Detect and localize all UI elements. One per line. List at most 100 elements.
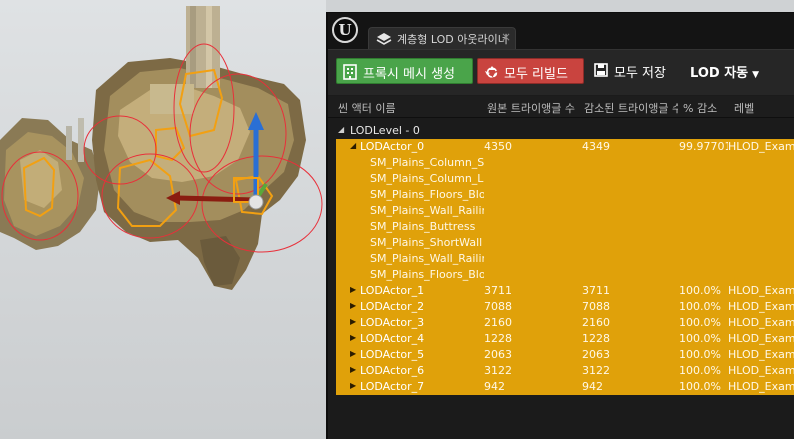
actor-name: LODActor_7: [360, 380, 425, 393]
generate-proxy-mesh-label: 프록시 메시 생성: [363, 67, 455, 82]
save-all-button[interactable]: 모두 저장: [588, 58, 682, 84]
mesh-row[interactable]: SM_Plains_Buttress: [336, 219, 794, 235]
rebuild-all-label: 모두 리빌드: [504, 67, 568, 82]
hlod-outliner-panel: U 계층형 LOD 아웃라이너 × 프록시 메시 생성 모두 리빌드 모두 저장…: [326, 12, 794, 439]
expand-arrow-icon[interactable]: ▶: [350, 301, 356, 310]
percent-reduction: 100.0%: [679, 332, 721, 345]
mesh-row[interactable]: SM_Plains_ShortWall: [336, 235, 794, 251]
table-row[interactable]: ▶ LODActor_6 3122 3122 100.0% HLOD_Examp…: [336, 363, 794, 379]
percent-reduction: 100.0%: [679, 300, 721, 313]
table-row[interactable]: ▶ LODActor_2 7088 7088 100.0% HLOD_Examp…: [336, 299, 794, 315]
tab-hlod-outliner[interactable]: 계층형 LOD 아웃라이너 ×: [368, 27, 516, 49]
actor-name: LODActor_2: [360, 300, 425, 313]
percent-reduction: 99.97701: [679, 140, 728, 153]
lod-level-row[interactable]: ◢ LODLevel - 0: [336, 123, 794, 139]
mesh-row[interactable]: SM_Plains_Column_Large: [336, 171, 794, 187]
table-row[interactable]: ▶ LODActor_1 3711 3711 100.0% HLOD_Examp…: [336, 283, 794, 299]
recycle-icon: [485, 66, 498, 78]
level-name: HLOD_Example: [728, 140, 794, 153]
building-icon: [343, 64, 357, 80]
table-row[interactable]: ▶ LODActor_5 2063 2063 100.0% HLOD_Examp…: [336, 347, 794, 363]
column-header-original-tris[interactable]: 원본 트라이앵글 수: [487, 100, 579, 116]
mesh-name: SM_Plains_Floors_Block: [370, 188, 484, 201]
expand-arrow-icon[interactable]: ▶: [350, 285, 356, 294]
table-row[interactable]: ▶ LODActor_7 942 942 100.0% HLOD_Example: [336, 379, 794, 395]
level-name: HLOD_Example: [728, 316, 794, 329]
actor-name: LODActor_1: [360, 284, 425, 297]
table-row[interactable]: ◢ LODActor_0 4350 4349 99.97701 HLOD_Exa…: [336, 139, 794, 155]
table-row[interactable]: ▶ LODActor_4 1228 1228 100.0% HLOD_Examp…: [336, 331, 794, 347]
reduced-tris: 4349: [582, 140, 610, 153]
column-header-level[interactable]: 레벨: [734, 100, 794, 116]
mesh-name: SM_Plains_Buttress: [370, 220, 476, 233]
mesh-row[interactable]: SM_Plains_Floors_Block: [336, 267, 794, 283]
percent-reduction: 100.0%: [679, 348, 721, 361]
reduced-tris: 942: [582, 380, 603, 393]
mesh-row[interactable]: SM_Plains_Wall_Railing: [336, 203, 794, 219]
layers-icon: [376, 33, 392, 45]
actor-name: LODActor_0: [360, 140, 425, 153]
tab-bar: U 계층형 LOD 아웃라이너 ×: [328, 13, 794, 49]
generate-proxy-mesh-button[interactable]: 프록시 메시 생성: [336, 58, 473, 84]
mesh-name: SM_Plains_Wall_Railing: [370, 204, 484, 217]
column-header-percent[interactable]: % 감소: [683, 100, 731, 116]
percent-reduction: 100.0%: [679, 364, 721, 377]
level-name: HLOD_Example: [728, 364, 794, 377]
reduced-tris: 2160: [582, 316, 610, 329]
original-tris: 942: [484, 380, 505, 393]
collapse-arrow-icon[interactable]: ◢: [338, 125, 344, 134]
mesh-row[interactable]: SM_Plains_Floors_Block: [336, 187, 794, 203]
reduced-tris: 2063: [582, 348, 610, 361]
expand-arrow-icon[interactable]: ▶: [350, 365, 356, 374]
lod-auto-label: LOD 자동: [690, 66, 749, 81]
tab-label: 계층형 LOD 아웃라이너: [397, 33, 507, 46]
original-tris: 2160: [484, 316, 512, 329]
actor-name: LODActor_6: [360, 364, 425, 377]
column-header-reduced-tris[interactable]: 감소된 트라이앵글 수: [584, 100, 678, 116]
reduced-tris: 7088: [582, 300, 610, 313]
original-tris: 7088: [484, 300, 512, 313]
chevron-down-icon: ▼: [752, 70, 760, 80]
level-name: HLOD_Example: [728, 300, 794, 313]
hlod-tree: ◢ LODLevel - 0 ◢ LODActor_0 4350 4349 99…: [328, 119, 794, 439]
level-name: HLOD_Example: [728, 284, 794, 297]
lod-auto-dropdown[interactable]: LOD 자동 ▼: [686, 58, 786, 84]
original-tris: 1228: [484, 332, 512, 345]
column-header-actor-name[interactable]: 씬 액터 이름: [338, 100, 486, 116]
expand-arrow-icon[interactable]: ▶: [350, 349, 356, 358]
percent-reduction: 100.0%: [679, 284, 721, 297]
rebuild-all-button[interactable]: 모두 리빌드: [477, 58, 584, 84]
unreal-logo-icon: U: [332, 17, 358, 43]
mesh-row[interactable]: SM_Plains_Wall_Railing: [336, 251, 794, 267]
level-viewport[interactable]: [0, 0, 326, 439]
collapse-arrow-icon[interactable]: ◢: [350, 141, 356, 150]
save-all-label: 모두 저장: [614, 66, 666, 81]
table-row[interactable]: ▶ LODActor_3 2160 2160 100.0% HLOD_Examp…: [336, 315, 794, 331]
original-tris: 3711: [484, 284, 512, 297]
mesh-name: SM_Plains_Column_Large: [370, 172, 484, 185]
lod-level-label: LODLevel - 0: [350, 124, 420, 137]
close-tab-icon[interactable]: ×: [501, 30, 511, 44]
table-header: 씬 액터 이름 원본 트라이앵글 수 감소된 트라이앵글 수 % 감소 레벨: [328, 96, 794, 118]
original-tris: 4350: [484, 140, 512, 153]
reduced-tris: 3711: [582, 284, 610, 297]
actor-name: LODActor_3: [360, 316, 425, 329]
expand-arrow-icon[interactable]: ▶: [350, 333, 356, 342]
level-name: HLOD_Example: [728, 332, 794, 345]
mesh-row[interactable]: SM_Plains_Column_Straight: [336, 155, 794, 171]
percent-reduction: 100.0%: [679, 380, 721, 393]
toolbar: 프록시 메시 생성 모두 리빌드 모두 저장 LOD 자동 ▼: [328, 49, 794, 95]
viewport-scene: [0, 6, 323, 290]
mesh-name: SM_Plains_Column_Straight: [370, 156, 484, 169]
mesh-name: SM_Plains_Wall_Railing: [370, 252, 484, 265]
reduced-tris: 3122: [582, 364, 610, 377]
mesh-name: SM_Plains_ShortWall: [370, 236, 483, 249]
expand-arrow-icon[interactable]: ▶: [350, 381, 356, 390]
original-tris: 2063: [484, 348, 512, 361]
level-name: HLOD_Example: [728, 380, 794, 393]
rock-island-left: [0, 118, 100, 250]
level-name: HLOD_Example: [728, 348, 794, 361]
expand-arrow-icon[interactable]: ▶: [350, 317, 356, 326]
percent-reduction: 100.0%: [679, 316, 721, 329]
actor-name: LODActor_5: [360, 348, 425, 361]
